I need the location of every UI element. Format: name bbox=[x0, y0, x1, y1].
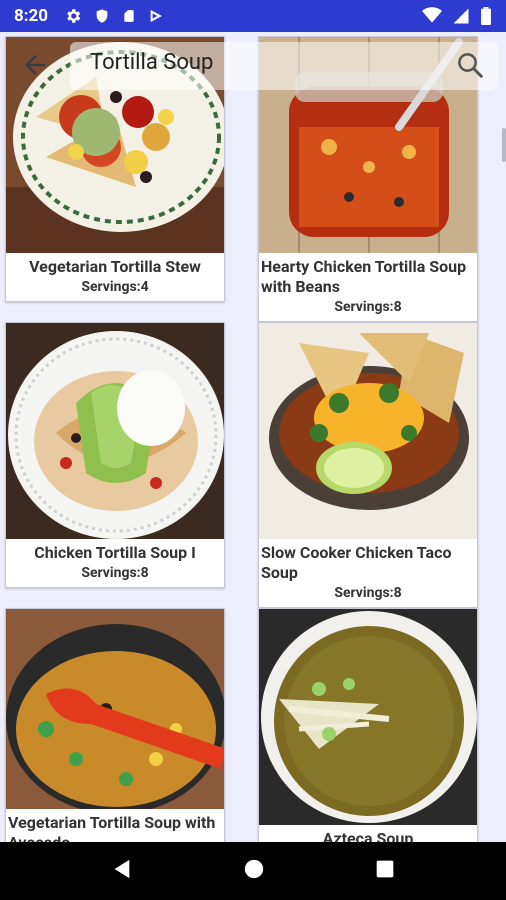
status-time: 8:20 bbox=[14, 6, 49, 26]
status-icons-right bbox=[422, 7, 492, 25]
square-recents-icon bbox=[376, 860, 394, 878]
recipe-servings: Servings:8 bbox=[81, 565, 149, 581]
circle-home-icon bbox=[244, 859, 264, 879]
shield-icon bbox=[94, 7, 110, 25]
recipe-servings: Servings:8 bbox=[334, 585, 402, 601]
recipe-card[interactable]: Azteca Soup bbox=[258, 608, 478, 842]
recipe-image bbox=[259, 323, 477, 539]
scrollbar[interactable] bbox=[502, 128, 506, 162]
signal-icon bbox=[452, 7, 470, 25]
recipe-list[interactable]: Vegetarian Tortilla Stew Servings:4 Hear… bbox=[0, 32, 506, 842]
home-nav-button[interactable] bbox=[243, 858, 265, 884]
recipe-title: Vegetarian Tortilla Soup with Avocado bbox=[8, 813, 216, 842]
recipe-title: Slow Cooker Chicken Taco Soup bbox=[261, 543, 452, 582]
status-bar: 8:20 bbox=[0, 0, 506, 32]
arrow-back-icon bbox=[25, 55, 45, 75]
gear-icon bbox=[64, 7, 82, 25]
toolbar: Tortilla Soup bbox=[0, 32, 506, 92]
battery-icon bbox=[480, 7, 492, 25]
recipe-image bbox=[259, 609, 477, 825]
search-input[interactable]: Tortilla Soup bbox=[90, 50, 213, 75]
recipe-title: Azteca Soup bbox=[322, 829, 414, 842]
recipe-servings: Servings:4 bbox=[81, 279, 149, 295]
recipe-card[interactable]: Chicken Tortilla Soup I Servings:8 bbox=[5, 322, 225, 588]
recipe-title: Chicken Tortilla Soup I bbox=[34, 543, 196, 562]
search-icon[interactable] bbox=[455, 50, 485, 84]
recipe-title: Hearty Chicken Tortilla Soup with Beans bbox=[261, 257, 467, 296]
recipe-title: Vegetarian Tortilla Stew bbox=[29, 257, 201, 276]
play-icon bbox=[148, 7, 164, 25]
back-button[interactable] bbox=[20, 50, 50, 80]
recipe-servings: Servings:8 bbox=[334, 299, 402, 315]
status-icons-left bbox=[64, 7, 164, 25]
sdcard-icon bbox=[122, 7, 136, 25]
triangle-back-icon bbox=[114, 859, 130, 879]
recipe-card[interactable]: Vegetarian Tortilla Soup with Avocado bbox=[5, 608, 225, 842]
recents-nav-button[interactable] bbox=[375, 859, 395, 883]
wifi-icon bbox=[422, 7, 442, 25]
recipe-image bbox=[6, 609, 224, 809]
recipe-image bbox=[6, 323, 224, 539]
back-nav-button[interactable] bbox=[111, 858, 133, 884]
nav-bar bbox=[0, 842, 506, 900]
recipe-card[interactable]: Slow Cooker Chicken Taco Soup Servings:8 bbox=[258, 322, 478, 608]
